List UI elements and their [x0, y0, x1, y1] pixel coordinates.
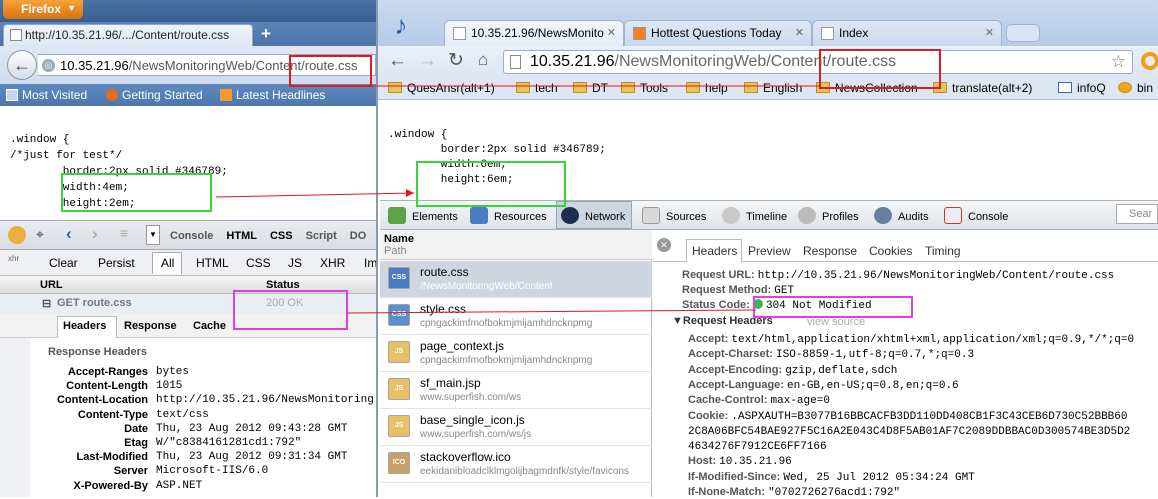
annotation-arrowhead: [406, 189, 414, 197]
annotation-box-ff-size: [61, 173, 212, 212]
annotation-box-cr-status: [753, 296, 913, 318]
annotation-overlay: [61, 49, 941, 330]
annotation-arrow-size: [215, 192, 415, 198]
annotation-box-cr-url: [819, 49, 941, 89]
annotation-box-ff-status: [233, 290, 348, 330]
annotation-box-ff-url: [289, 55, 372, 87]
annotation-box-cr-size: [416, 161, 566, 207]
annotation-arrow-status: [346, 309, 757, 314]
